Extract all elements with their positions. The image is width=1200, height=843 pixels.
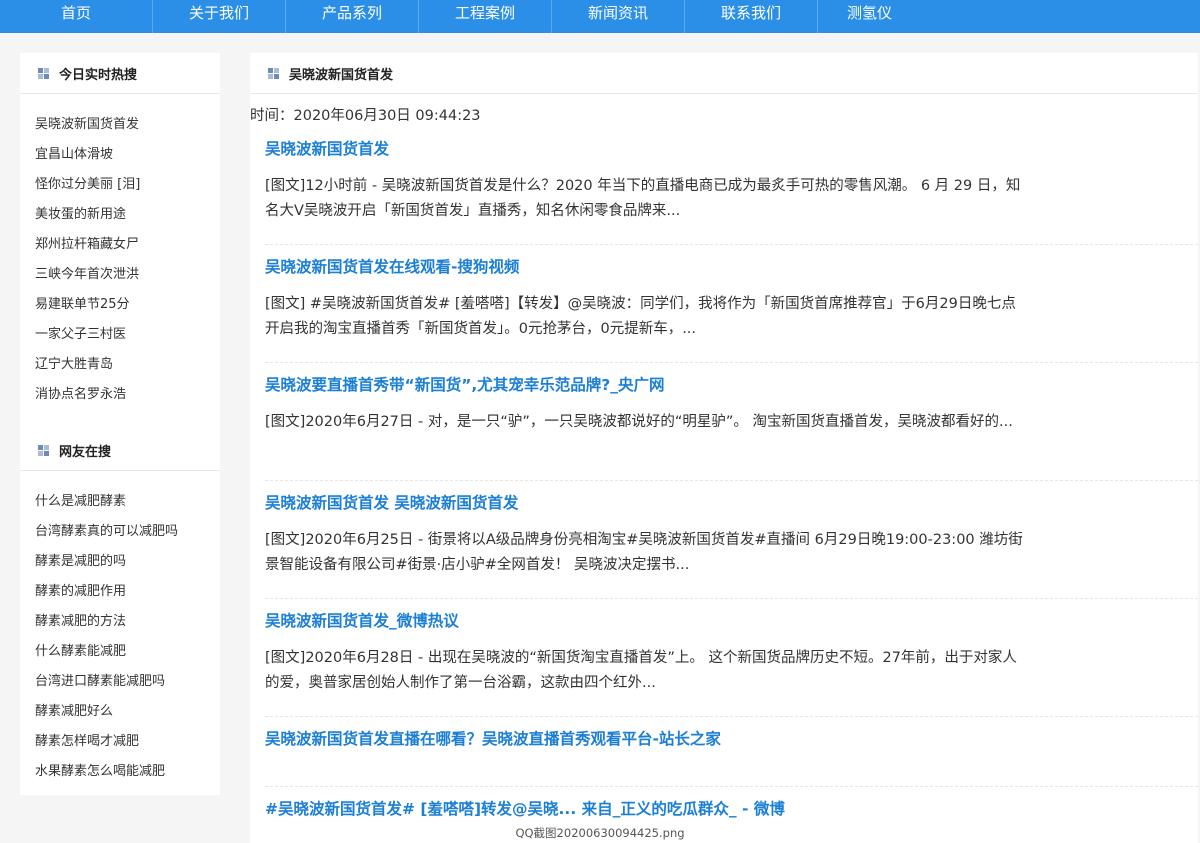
image-caption: QQ截图20200630094425.png [515, 826, 685, 840]
result-item: 吴晓波新国货首发 吴晓波新国货首发 [图文]2020年6月25日 - 街景将以A… [265, 481, 1198, 599]
nav-item-home[interactable]: 首页 [0, 0, 153, 33]
result-snippet: [图文] #吴晓波新国货首发# [羞嗒嗒]【转发】@吴晓波：同学们，我将作为「新… [265, 296, 1016, 337]
hot-search-header: 今日实时热搜 [20, 53, 220, 94]
hot-search-item[interactable]: 吴晓波新国货首发 [35, 110, 220, 140]
hot-search-item[interactable]: 郑州拉杆箱藏女尸 [35, 230, 220, 260]
result-item: 吴晓波新国货首发直播在哪看？吴晓波直播首秀观看平台-站长之家 [265, 717, 1198, 787]
hot-search-item[interactable]: 美妆蛋的新用途 [35, 200, 220, 230]
user-search-item[interactable]: 台湾进口酵素能减肥吗 [35, 667, 220, 697]
user-search-item[interactable]: 水果酵素怎么喝能减肥 [35, 757, 220, 787]
result-title-link[interactable]: 吴晓波要直播首秀带“新国货”,尤其宠幸乐范品牌?_央广网 [265, 373, 1198, 397]
user-search-item[interactable]: 什么酵素能减肥 [35, 637, 220, 667]
user-search-item[interactable]: 台湾酵素真的可以减肥吗 [35, 517, 220, 547]
hot-search-item[interactable]: 易建联单节25分 [35, 290, 220, 320]
user-search-item[interactable]: 酵素的减肥作用 [35, 577, 220, 607]
result-list: 吴晓波新国货首发 [图文]12小时前 - 吴晓波新国货首发是什么？2020 年当… [250, 127, 1198, 843]
hot-search-item[interactable]: 三峡今年首次泄洪 [35, 260, 220, 290]
nav-item-products[interactable]: 产品系列 [286, 0, 419, 33]
hot-search-item[interactable]: 一家父子三村医 [35, 320, 220, 350]
result-snippet: [图文]2020年6月27日 - 对，是一只“驴”，一只吴晓波都说好的“明星驴”… [265, 414, 1013, 430]
hot-search-title: 今日实时热搜 [59, 67, 138, 83]
hot-search-item[interactable]: 怪你过分美丽 [泪] [35, 170, 220, 200]
result-snippet: [图文]2020年6月25日 - 街景将以A级品牌身份亮相淘宝#吴晓波新国货首发… [265, 532, 1023, 573]
result-item: 吴晓波要直播首秀带“新国货”,尤其宠幸乐范品牌?_央广网 [图文]2020年6月… [265, 363, 1198, 481]
page-title: 吴晓波新国货首发 [289, 67, 394, 83]
grid-icon [268, 67, 279, 79]
result-snippet: [图文]2020年6月28日 - 出现在吴晓波的“新国货淘宝直播首发”上。 这个… [265, 650, 1017, 691]
result-title-link[interactable]: 吴晓波新国货首发在线观看-搜狗视频 [265, 255, 1198, 279]
hot-search-list: 吴晓波新国货首发 宜昌山体滑坡 怪你过分美丽 [泪] 美妆蛋的新用途 郑州拉杆箱… [20, 94, 220, 418]
nav-item-contact[interactable]: 联系我们 [685, 0, 818, 33]
user-search-item[interactable]: 酵素怎样喝才减肥 [35, 727, 220, 757]
result-title-link[interactable]: 吴晓波新国货首发直播在哪看？吴晓波直播首秀观看平台-站长之家 [265, 727, 1198, 751]
user-search-list: 什么是减肥酵素 台湾酵素真的可以减肥吗 酵素是减肥的吗 酵素的减肥作用 酵素减肥… [20, 471, 220, 795]
user-search-item[interactable]: 酵素减肥好么 [35, 697, 220, 727]
user-search-item[interactable]: 什么是减肥酵素 [35, 487, 220, 517]
publish-time: 时间：2020年06月30日 09:44:23 [250, 108, 481, 124]
main-content: 吴晓波新国货首发 时间：2020年06月30日 09:44:23 吴晓波新国货首… [250, 53, 1198, 843]
user-search-item[interactable]: 酵素减肥的方法 [35, 607, 220, 637]
result-title-link[interactable]: 吴晓波新国货首发 [265, 137, 1198, 161]
hot-search-item[interactable]: 宜昌山体滑坡 [35, 140, 220, 170]
nav-item-news[interactable]: 新闻资讯 [552, 0, 685, 33]
result-item: 吴晓波新国货首发 [图文]12小时前 - 吴晓波新国货首发是什么？2020 年当… [265, 127, 1198, 245]
nav-item-cases[interactable]: 工程案例 [419, 0, 552, 33]
user-search-item[interactable]: 酵素是减肥的吗 [35, 547, 220, 577]
grid-icon [38, 67, 49, 79]
hot-search-item[interactable]: 消协点名罗永浩 [35, 380, 220, 410]
sidebar: 今日实时热搜 吴晓波新国货首发 宜昌山体滑坡 怪你过分美丽 [泪] 美妆蛋的新用… [20, 53, 220, 795]
result-title-link[interactable]: 吴晓波新国货首发 吴晓波新国货首发 [265, 491, 1198, 515]
top-nav: 首页 关于我们 产品系列 工程案例 新闻资讯 联系我们 测氢仪 [0, 0, 1200, 33]
result-snippet: [图文]12小时前 - 吴晓波新国货首发是什么？2020 年当下的直播电商已成为… [265, 178, 1021, 219]
result-item: 吴晓波新国货首发在线观看-搜狗视频 [图文] #吴晓波新国货首发# [羞嗒嗒]【… [265, 245, 1198, 363]
user-search-title: 网友在搜 [59, 444, 112, 460]
hot-search-item[interactable]: 辽宁大胜青岛 [35, 350, 220, 380]
result-item: 吴晓波新国货首发_微博热议 [图文]2020年6月28日 - 出现在吴晓波的“新… [265, 599, 1198, 717]
nav-item-hydrogen-meter[interactable]: 测氢仪 [818, 0, 921, 33]
result-title-link[interactable]: 吴晓波新国货首发_微博热议 [265, 609, 1198, 633]
main-header: 吴晓波新国货首发 [250, 53, 1198, 94]
result-title-link[interactable]: #吴晓波新国货首发# [羞嗒嗒]转发@吴晓... 来自_正义的吃瓜群众_ - 微… [265, 797, 1198, 821]
grid-icon [38, 444, 49, 456]
user-search-header: 网友在搜 [20, 430, 220, 471]
nav-item-about[interactable]: 关于我们 [153, 0, 286, 33]
